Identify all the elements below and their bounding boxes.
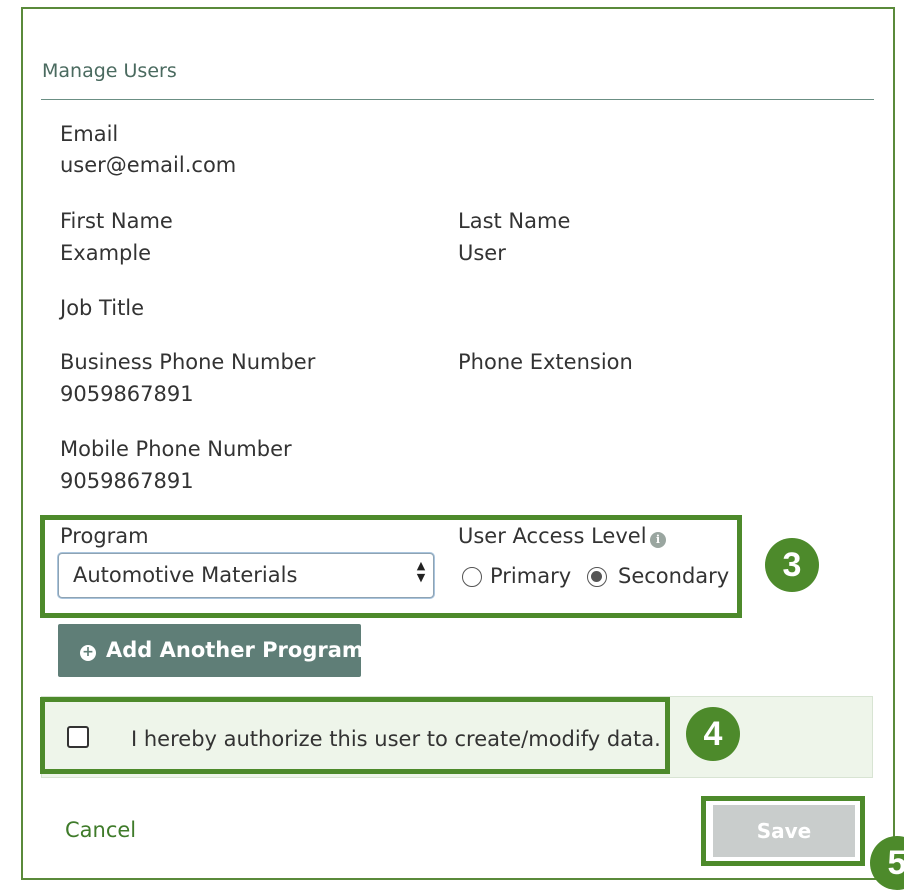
authorize-label: I hereby authorize this user to create/m…	[131, 727, 661, 751]
business-phone-label: Business Phone Number	[60, 350, 316, 374]
first-name-label: First Name	[60, 209, 173, 233]
first-name-value: Example	[60, 241, 152, 265]
step-4-badge: 4	[686, 707, 740, 761]
program-label: Program	[60, 524, 149, 548]
cancel-link[interactable]: Cancel	[65, 818, 136, 842]
program-select[interactable]: Automotive Materials ▲ ▼	[58, 553, 434, 598]
step-3-badge: 3	[765, 538, 819, 592]
last-name-label: Last Name	[458, 209, 571, 233]
mobile-phone-label: Mobile Phone Number	[60, 437, 292, 461]
page-title: Manage Users	[42, 60, 177, 82]
info-icon[interactable]: i	[650, 532, 666, 548]
add-another-program-button[interactable]: + Add Another Program	[58, 624, 364, 677]
business-phone-value: 9059867891	[60, 382, 194, 406]
save-button[interactable]: Save	[713, 805, 855, 857]
title-divider	[41, 99, 874, 100]
select-updown-icon: ▲ ▼	[416, 559, 426, 584]
access-level-label: User Access Level	[458, 524, 647, 548]
authorize-checkbox[interactable]	[67, 726, 89, 748]
mobile-phone-value: 9059867891	[60, 469, 194, 493]
radio-primary[interactable]	[462, 567, 482, 587]
program-select-value: Automotive Materials	[73, 563, 298, 587]
email-label: Email	[60, 122, 119, 146]
add-program-label: Add Another Program	[106, 638, 364, 662]
phone-extension-label: Phone Extension	[458, 350, 633, 374]
email-value: user@email.com	[60, 153, 237, 177]
radio-secondary[interactable]	[587, 567, 607, 587]
radio-primary-label: Primary	[490, 564, 572, 588]
plus-circle-icon: +	[80, 645, 96, 661]
last-name-value: User	[458, 241, 506, 265]
radio-secondary-label: Secondary	[618, 564, 730, 588]
job-title-label: Job Title	[60, 296, 145, 320]
